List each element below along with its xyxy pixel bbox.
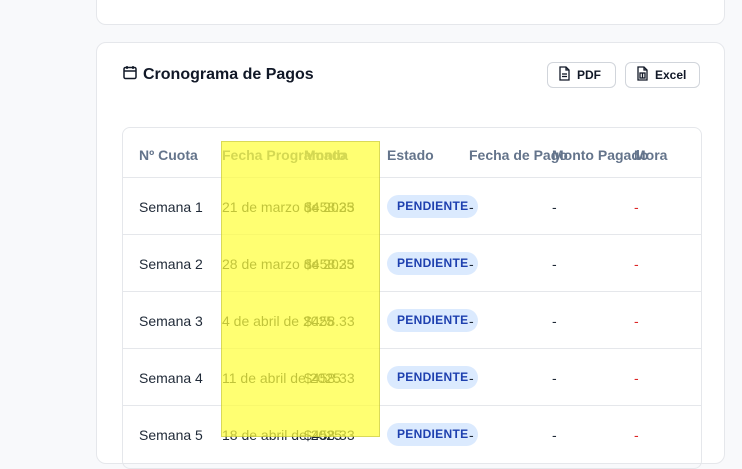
cell-monto-pagado: - [552, 256, 557, 272]
cell-cuota: Semana 1 [139, 199, 203, 215]
card-title: Cronograma de Pagos [123, 65, 314, 85]
table-row: Semana 1 21 de marzo de 2025 $458.33 PEN… [123, 177, 701, 235]
status-badge: PENDIENTE [387, 423, 479, 446]
status-badge: PENDIENTE [387, 309, 479, 332]
spreadsheet-icon [636, 66, 649, 84]
cell-fecha-pago: - [469, 313, 474, 329]
cell-mora: - [634, 256, 639, 272]
cell-monto: $458.33 [304, 370, 355, 386]
cell-fecha-pago: - [469, 370, 474, 386]
cell-mora: - [634, 199, 639, 215]
excel-export-label: Excel [655, 68, 687, 82]
header-cuota[interactable]: Nº Cuota [139, 147, 198, 163]
schedule-table: Nº Cuota Fecha Programada Monto Estado F… [122, 127, 702, 469]
card-title-text: Cronograma de Pagos [143, 66, 314, 83]
calendar-icon [123, 65, 143, 85]
table-row: Semana 5 18 de abril de 2025 $458.33 PEN… [123, 405, 701, 463]
cell-cuota: Semana 4 [139, 370, 203, 386]
cell-monto-pagado: - [552, 313, 557, 329]
table-row: Semana 2 28 de marzo de 2025 $458.33 PEN… [123, 234, 701, 292]
header-mora[interactable]: Mora [634, 147, 667, 163]
cell-fecha-pago: - [469, 256, 474, 272]
cell-mora: - [634, 313, 639, 329]
cell-monto-pagado: - [552, 370, 557, 386]
cell-monto: $458.33 [304, 313, 355, 329]
header-estado[interactable]: Estado [387, 147, 434, 163]
cell-cuota: Semana 3 [139, 313, 203, 329]
status-badge: PENDIENTE [387, 366, 479, 389]
header-monto[interactable]: Monto [304, 147, 346, 163]
pdf-export-label: PDF [577, 68, 601, 82]
excel-export-button[interactable]: Excel [625, 62, 700, 88]
cell-cuota: Semana 2 [139, 256, 203, 272]
cell-monto: $458.33 [304, 256, 355, 272]
cell-monto: $458.33 [304, 427, 355, 443]
payment-schedule-card: Cronograma de Pagos PDF Excel Nº Cuota F… [96, 42, 725, 469]
cell-mora: - [634, 427, 639, 443]
previous-card [96, 0, 725, 25]
pdf-export-button[interactable]: PDF [547, 62, 616, 88]
cell-fecha-pago: - [469, 427, 474, 443]
cell-cuota: Semana 5 [139, 427, 203, 443]
status-badge: PENDIENTE [387, 252, 479, 275]
cell-monto-pagado: - [552, 199, 557, 215]
status-badge: PENDIENTE [387, 195, 479, 218]
cell-mora: - [634, 370, 639, 386]
table-row: Semana 4 11 de abril de 2025 $458.33 PEN… [123, 348, 701, 406]
cell-monto: $458.33 [304, 199, 355, 215]
file-icon [558, 66, 571, 84]
table-row: Semana 3 4 de abril de 2025 $458.33 PEND… [123, 291, 701, 349]
cell-fecha-pago: - [469, 199, 474, 215]
cell-monto-pagado: - [552, 427, 557, 443]
